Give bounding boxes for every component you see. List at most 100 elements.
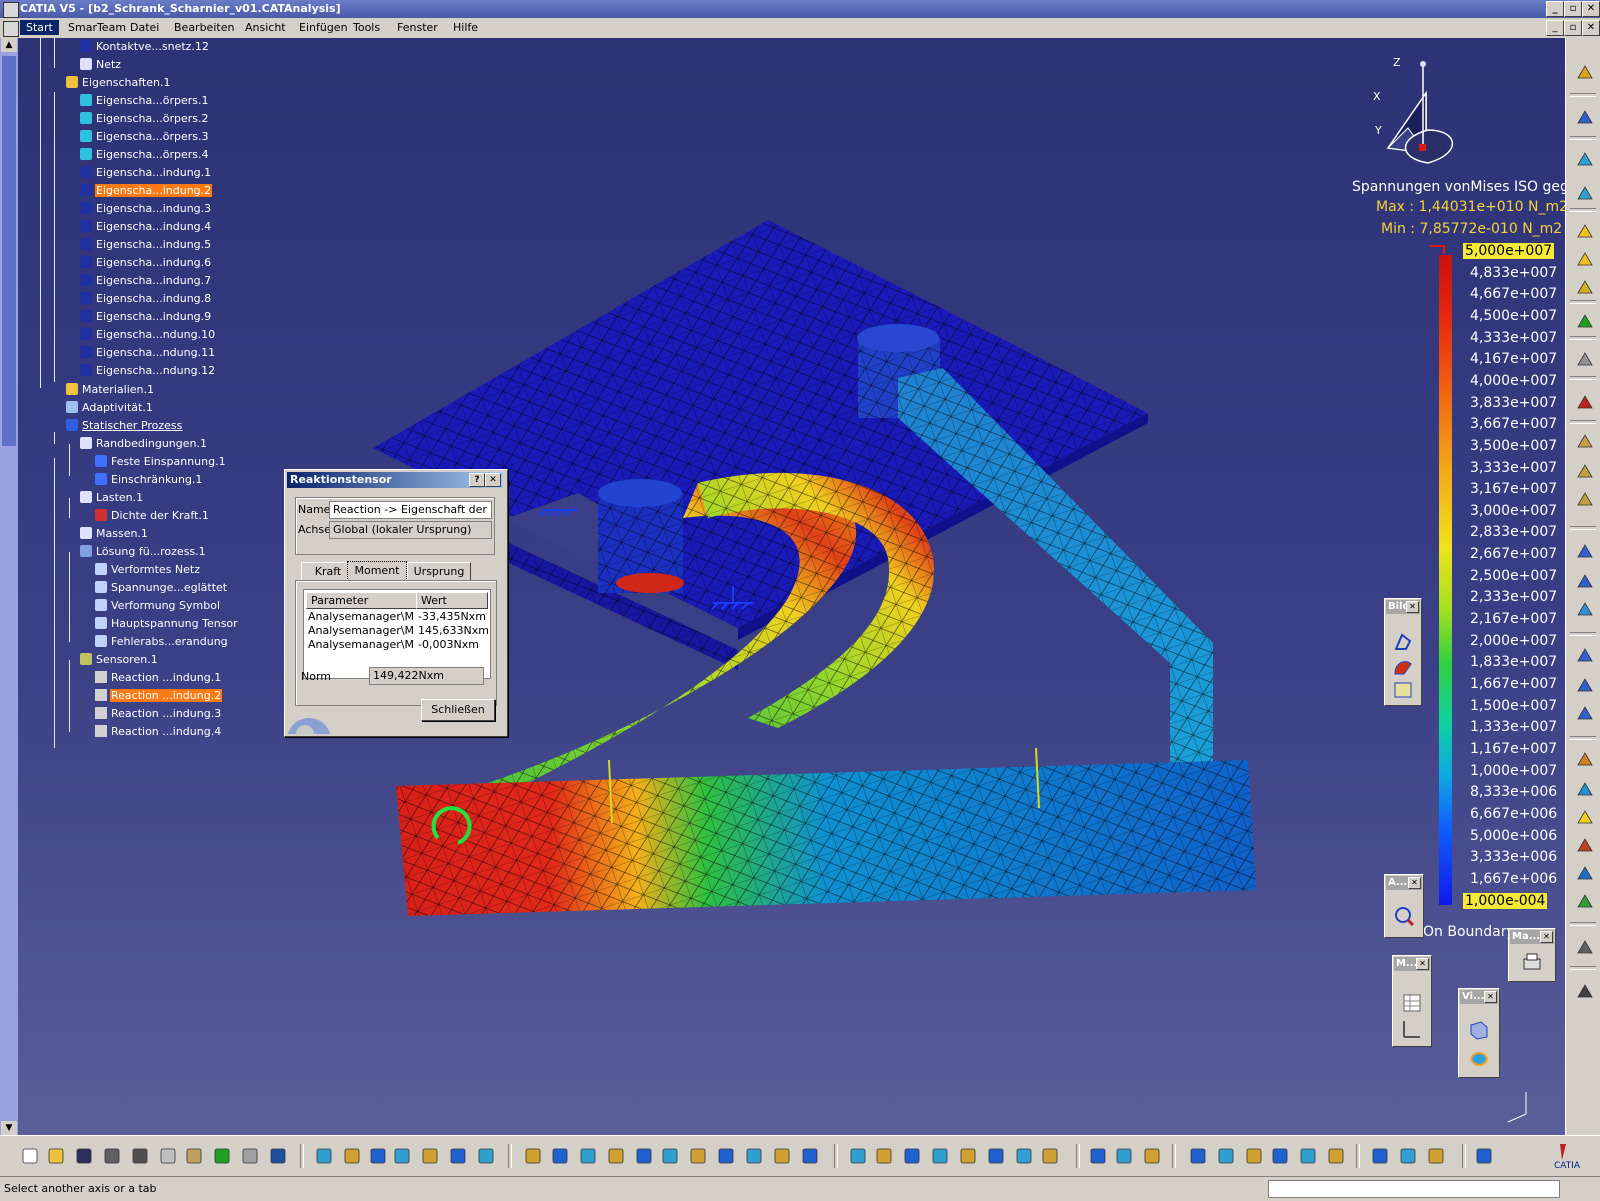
connector-2-icon[interactable] bbox=[1575, 676, 1595, 696]
menu-fenster[interactable]: Fenster bbox=[397, 21, 438, 34]
tree-node[interactable]: Lasten.1 bbox=[80, 491, 144, 507]
tree-scrollbar[interactable]: ▲ ▼ bbox=[0, 38, 18, 1135]
search-tool-icon[interactable] bbox=[1474, 1146, 1494, 1166]
plane-tool-icon[interactable] bbox=[1114, 1146, 1134, 1166]
rotate-icon[interactable] bbox=[606, 1146, 626, 1166]
command-input[interactable] bbox=[1268, 1180, 1560, 1198]
doc-minimize-button[interactable]: _ bbox=[1546, 20, 1564, 36]
formula-icon[interactable] bbox=[314, 1146, 334, 1166]
octree-icon[interactable] bbox=[1216, 1146, 1236, 1166]
tree-node[interactable]: Eigenscha...örpers.1 bbox=[80, 94, 209, 110]
refresh-icon[interactable] bbox=[1014, 1146, 1034, 1166]
open-file-icon[interactable] bbox=[46, 1146, 66, 1166]
tree-node[interactable]: Lösung fü...rozess.1 bbox=[80, 545, 207, 561]
tree-node[interactable]: Materialien.1 bbox=[66, 383, 155, 399]
menu-datei[interactable]: Datei bbox=[130, 21, 159, 34]
bug-icon[interactable] bbox=[1575, 393, 1595, 413]
select-arrow-icon[interactable] bbox=[1575, 108, 1595, 128]
hand-icon[interactable] bbox=[874, 1146, 894, 1166]
tree-node[interactable]: Eigenscha...indung.2 bbox=[80, 184, 213, 200]
table-cell-parameter[interactable]: Analysemanager\My bbox=[308, 624, 414, 637]
print-icon[interactable] bbox=[102, 1146, 122, 1166]
swap-icon[interactable] bbox=[772, 1146, 792, 1166]
tools-palette-icon[interactable] bbox=[448, 1146, 468, 1166]
bottle-icon[interactable] bbox=[1575, 938, 1595, 958]
tree-node[interactable]: Randbedingungen.1 bbox=[80, 437, 208, 453]
redo-icon[interactable] bbox=[240, 1146, 260, 1166]
doc-tool-icon[interactable] bbox=[1426, 1146, 1446, 1166]
pressure-tool-icon[interactable] bbox=[1575, 250, 1595, 270]
calc-icon[interactable] bbox=[1575, 982, 1595, 1002]
shading-tool-icon[interactable] bbox=[800, 1146, 820, 1166]
connector-1-icon[interactable] bbox=[1575, 646, 1595, 666]
normal-view-icon[interactable] bbox=[688, 1146, 708, 1166]
fit-all-icon[interactable] bbox=[550, 1146, 570, 1166]
tree-node[interactable]: Einschränkung.1 bbox=[95, 473, 203, 489]
bulb-icon[interactable] bbox=[1575, 808, 1595, 828]
tree-node[interactable]: Massen.1 bbox=[80, 527, 149, 543]
tree-node[interactable]: Feste Einspannung.1 bbox=[95, 455, 227, 471]
tree-node[interactable]: Eigenscha...indung.8 bbox=[80, 292, 212, 308]
cube-2-icon[interactable] bbox=[1575, 572, 1595, 592]
animate-icon[interactable] bbox=[848, 1146, 868, 1166]
save-analysis-icon[interactable] bbox=[958, 1146, 978, 1166]
paste-icon[interactable] bbox=[184, 1146, 204, 1166]
zoom-in-icon[interactable] bbox=[634, 1146, 654, 1166]
sphere-icon[interactable] bbox=[1575, 350, 1595, 370]
image-icon-b[interactable] bbox=[902, 1146, 922, 1166]
tree-node[interactable]: Statischer Prozess bbox=[66, 419, 183, 435]
tree-node[interactable]: Eigenscha...indung.5 bbox=[80, 238, 212, 254]
tree-node[interactable]: Reaction ...indung.3 bbox=[95, 707, 222, 723]
displacement-icon[interactable] bbox=[1392, 679, 1414, 701]
scroll-up-arrow[interactable]: ▲ bbox=[1, 38, 17, 52]
table-cell-wert[interactable]: -0,003Nxm bbox=[418, 638, 488, 651]
tree-node[interactable]: Verformung Symbol bbox=[95, 599, 221, 615]
sensor-search-icon[interactable] bbox=[1393, 905, 1415, 927]
beam-icon[interactable] bbox=[1244, 1146, 1264, 1166]
tree-node[interactable]: Eigenscha...indung.4 bbox=[80, 220, 212, 236]
measure-palette-close[interactable]: ✕ bbox=[1416, 958, 1429, 970]
table-cell-parameter[interactable]: Analysemanager\Mx bbox=[308, 610, 414, 623]
bild-palette-close[interactable]: ✕ bbox=[1406, 601, 1419, 613]
axis-system-icon[interactable] bbox=[1088, 1146, 1108, 1166]
tree-node[interactable]: Reaction ...indung.4 bbox=[95, 725, 222, 741]
fly-mode-icon[interactable] bbox=[523, 1146, 543, 1166]
tree-node[interactable]: Eigenscha...örpers.4 bbox=[80, 148, 209, 164]
tree-node[interactable]: Eigenschaften.1 bbox=[66, 76, 171, 92]
pan-icon[interactable] bbox=[578, 1146, 598, 1166]
tree-node[interactable]: Dichte der Kraft.1 bbox=[95, 509, 210, 525]
menu-ansicht[interactable]: Ansicht bbox=[245, 21, 286, 34]
hide-show-icon[interactable] bbox=[744, 1146, 764, 1166]
tree-node[interactable]: Eigenscha...ndung.10 bbox=[80, 328, 216, 344]
tree-node[interactable]: Eigenscha...ndung.12 bbox=[80, 364, 216, 380]
print-image-icon[interactable] bbox=[1521, 951, 1543, 973]
tree-node[interactable]: Eigenscha...örpers.3 bbox=[80, 130, 209, 146]
table-cell-wert[interactable]: -33,435Nxm bbox=[418, 610, 488, 623]
table-cell-wert[interactable]: 145,633Nxm bbox=[418, 624, 488, 637]
layer-2-icon[interactable] bbox=[1575, 462, 1595, 482]
tree-node[interactable]: Eigenscha...indung.1 bbox=[80, 166, 212, 182]
mesh-part-icon[interactable] bbox=[1188, 1146, 1208, 1166]
comment-icon[interactable] bbox=[342, 1146, 362, 1166]
catia-app-icon[interactable] bbox=[3, 2, 19, 18]
sketch-tool-icon[interactable] bbox=[1142, 1146, 1162, 1166]
help-button[interactable]: ? bbox=[469, 473, 485, 487]
schliessen-button[interactable]: Schließen bbox=[421, 699, 495, 721]
manager-palette-close[interactable]: ✕ bbox=[1540, 931, 1553, 943]
legend-color-bar[interactable] bbox=[1439, 255, 1452, 905]
layer-3-icon[interactable] bbox=[1575, 490, 1595, 510]
menu-hilfe[interactable]: Hilfe bbox=[453, 21, 478, 34]
table-tool-icon[interactable] bbox=[392, 1146, 412, 1166]
compute-tool-icon[interactable] bbox=[986, 1146, 1006, 1166]
maximize-button[interactable]: ▫ bbox=[1564, 1, 1582, 17]
report-icon[interactable] bbox=[930, 1146, 950, 1166]
force-tool-icon[interactable] bbox=[1575, 278, 1595, 298]
load-tool-icon[interactable] bbox=[1575, 222, 1595, 242]
dialog-close-icon[interactable]: ✕ bbox=[485, 473, 501, 487]
analysis-palette-close[interactable]: ✕ bbox=[1408, 877, 1421, 889]
tree-node[interactable]: Verformtes Netz bbox=[95, 563, 201, 579]
clamp-tool-icon[interactable] bbox=[1575, 150, 1595, 170]
tree-node[interactable]: Adaptivität.1 bbox=[66, 401, 154, 417]
cube-1-icon[interactable] bbox=[1575, 542, 1595, 562]
menu-bearbeiten[interactable]: Bearbeiten bbox=[174, 21, 234, 34]
